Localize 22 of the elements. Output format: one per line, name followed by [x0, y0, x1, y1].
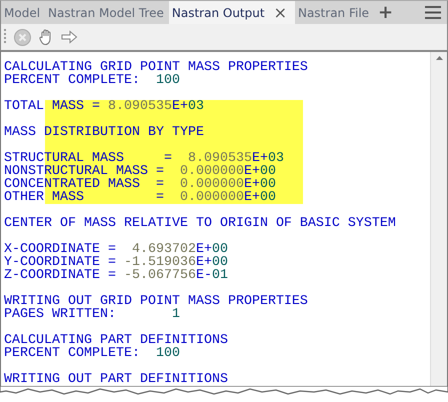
tab[interactable]: Model — [1, 1, 46, 24]
output-line: CENTER OF MASS RELATIVE TO ORIGIN OF BASIC SYSTEM — [4, 217, 397, 230]
output-line: WRITING OUT GRID POINT MASS PROPERTIES — [4, 295, 309, 308]
scroll-up-icon[interactable] — [436, 56, 442, 60]
output-line: CALCULATING PART DEFINITIONS — [4, 334, 229, 347]
output-line: PERCENT COMPLETE: 100 — [4, 347, 181, 360]
output-line: PERCENT COMPLETE: 100 — [4, 74, 181, 87]
tab[interactable]: Nastran Model Tree — [45, 1, 169, 24]
arrow-icon[interactable] — [61, 30, 78, 44]
tab[interactable]: Nastran Output × — [168, 1, 295, 24]
output-line: CALCULATING GRID POINT MASS PROPERTIES — [4, 61, 309, 74]
output-line: WRITING OUT PART DEFINITIONS — [4, 373, 229, 386]
tab[interactable]: Nastran File — [294, 1, 374, 24]
output-line: PAGES WRITTEN: 1 — [4, 308, 181, 321]
stop-icon[interactable] — [14, 28, 31, 46]
output-line: Y-COORDINATE = -1.519036E+00 — [4, 256, 229, 269]
close-tab-button[interactable]: × — [274, 4, 287, 20]
hand-icon[interactable] — [39, 29, 53, 45]
menu-icon[interactable] — [425, 6, 441, 19]
output-line: Z-COORDINATE = -5.067756E-01 — [4, 269, 229, 282]
add-tab-button[interactable]: + — [378, 4, 394, 22]
output-line: X-COORDINATE = 4.693702E+00 — [4, 243, 229, 256]
